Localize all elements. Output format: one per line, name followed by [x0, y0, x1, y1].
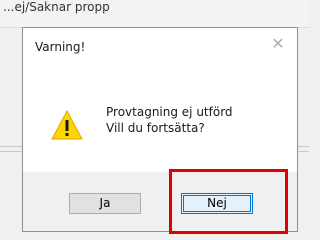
close-icon[interactable]: ✕ — [271, 36, 285, 52]
dialog-message: Provtagning ej utförd Vill du fortsätta? — [106, 104, 233, 136]
highlight-box — [169, 169, 288, 234]
warning-icon — [51, 110, 83, 140]
background-window-header: ...ej/Saknar propp — [0, 0, 309, 28]
message-line: Provtagning ej utförd — [106, 105, 233, 119]
dialog-title: Varning! — [35, 40, 86, 54]
background-window-title: ...ej/Saknar propp — [3, 0, 110, 14]
yes-button[interactable]: Ja — [69, 193, 141, 214]
message-line: Vill du fortsätta? — [106, 121, 205, 135]
